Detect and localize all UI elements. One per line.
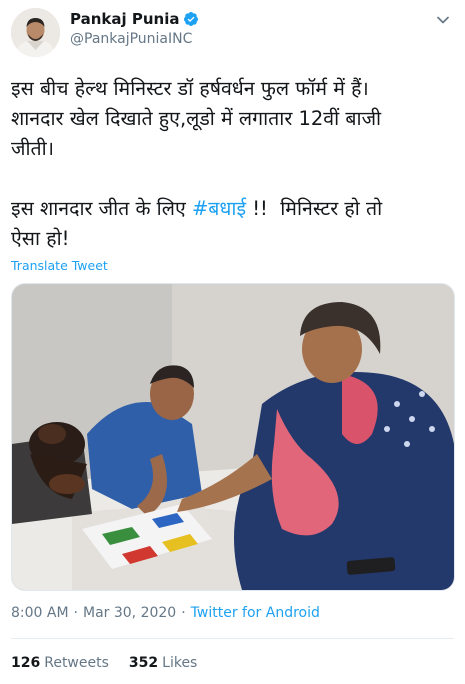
translate-tweet-link[interactable]: Translate Tweet [11, 258, 108, 273]
chevron-down-icon[interactable] [435, 12, 451, 28]
retweets-label: Retweets [44, 655, 109, 671]
author-name[interactable]: Pankaj Punia [70, 10, 179, 28]
avatar-image [11, 8, 60, 57]
likes-count: 352 [128, 655, 159, 671]
tweet-stats: 126 Retweets 352 Likes [11, 655, 197, 671]
retweets-count: 126 [11, 655, 41, 671]
tweet-meta: 8:00 AM · Mar 30, 2020 · Twitter for And… [11, 605, 320, 621]
retweets-stat[interactable]: 126 Retweets [11, 655, 109, 671]
tweet-date[interactable]: Mar 30, 2020 [83, 605, 176, 621]
meta-separator: · [181, 605, 186, 621]
tweet-author: Pankaj Punia @PankajPuniaINC [70, 10, 199, 47]
likes-stat[interactable]: 352 Likes [129, 655, 197, 671]
verified-icon [184, 12, 199, 26]
avatar[interactable] [11, 8, 60, 57]
tweet-source-link[interactable]: Twitter for Android [191, 605, 320, 621]
meta-separator: · [73, 605, 78, 621]
divider [11, 638, 454, 639]
tweet-time[interactable]: 8:00 AM [11, 605, 69, 621]
author-handle[interactable]: @PankajPuniaINC [70, 31, 199, 47]
likes-label: Likes [162, 655, 198, 671]
hashtag-link[interactable]: #बधाई [192, 197, 246, 220]
photo-image [12, 284, 454, 590]
tweet-text: इस बीच हेल्थ मिनिस्टर डॉ हर्षवर्धन फुल फ… [11, 74, 451, 254]
tweet-photo[interactable] [11, 283, 455, 591]
